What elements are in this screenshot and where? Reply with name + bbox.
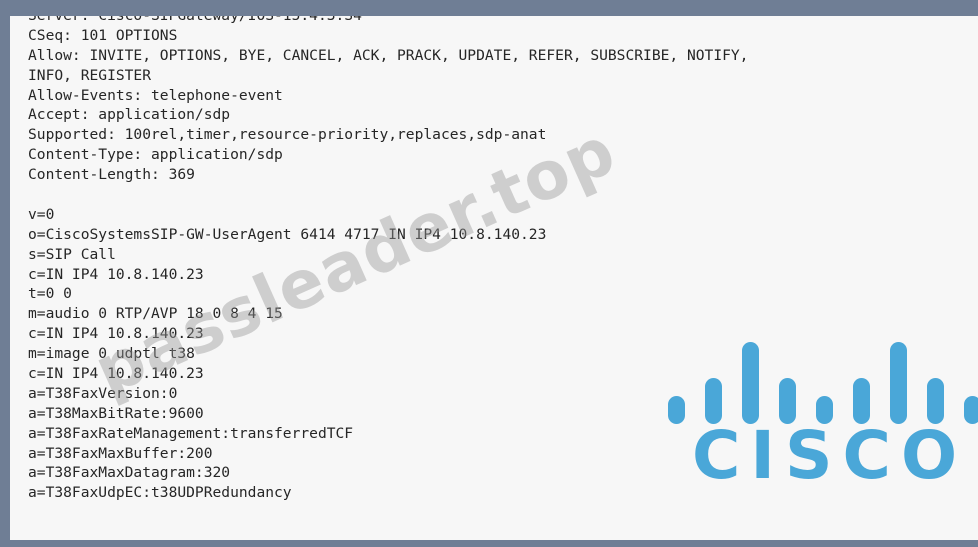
terminal-line: m=image 0 udptl t38 bbox=[28, 345, 195, 363]
terminal-line: s=SIP Call bbox=[28, 245, 116, 263]
terminal-line: Allow-Events: telephone-event bbox=[28, 86, 283, 104]
terminal-line: a=T38FaxUdpEC:t38UDPRedundancy bbox=[28, 484, 292, 502]
logo-bar bbox=[742, 342, 759, 424]
terminal-line: Allow: INVITE, OPTIONS, BYE, CANCEL, ACK… bbox=[28, 46, 749, 64]
terminal-line: CSeq: 101 OPTIONS bbox=[28, 26, 178, 44]
terminal-line: v=0 bbox=[28, 205, 55, 223]
terminal-line: a=T38FaxMaxBuffer:200 bbox=[28, 444, 213, 462]
logo-bar bbox=[890, 342, 907, 424]
terminal-line: Content-Type: application/sdp bbox=[28, 146, 283, 164]
terminal-line: Supported: 100rel,timer,resource-priorit… bbox=[28, 126, 547, 144]
terminal-line: Server: Cisco-SIPGateway/IOS-15.4.3.S4 bbox=[28, 16, 748, 26]
terminal-line: a=T38FaxVersion:0 bbox=[28, 384, 178, 402]
logo-bar bbox=[668, 396, 685, 424]
terminal-line: c=IN IP4 10.8.140.23 bbox=[28, 365, 204, 383]
cisco-wordmark: CISCO bbox=[692, 417, 968, 494]
terminal-line: m=audio 0 RTP/AVP 18 0 8 4 15 bbox=[28, 305, 283, 323]
terminal-line: a=T38MaxBitRate:9600 bbox=[28, 404, 204, 422]
terminal-line: o=CiscoSystemsSIP-GW-UserAgent 6414 4717… bbox=[28, 225, 547, 243]
terminal-line: a=T38FaxMaxDatagram:320 bbox=[28, 464, 231, 482]
cisco-logo: CISCO bbox=[650, 324, 978, 524]
terminal-line: INFO, REGISTER bbox=[28, 66, 152, 84]
terminal-line: c=IN IP4 10.8.140.23 bbox=[28, 325, 204, 343]
sip-message-text: Server: Cisco-SIPGateway/IOS-15.4.3.S4CS… bbox=[28, 16, 748, 503]
terminal-line: c=IN IP4 10.8.140.23 bbox=[28, 265, 204, 283]
terminal-line: t=0 0 bbox=[28, 285, 72, 303]
terminal-line: Accept: application/sdp bbox=[28, 106, 231, 124]
cisco-bridge-bars-icon bbox=[650, 324, 978, 424]
terminal-line: a=T38FaxRateManagement:transferredTCF bbox=[28, 424, 354, 442]
terminal-line: Content-Length: 369 bbox=[28, 166, 195, 184]
screenshot-frame: Server: Cisco-SIPGateway/IOS-15.4.3.S4CS… bbox=[0, 0, 978, 547]
